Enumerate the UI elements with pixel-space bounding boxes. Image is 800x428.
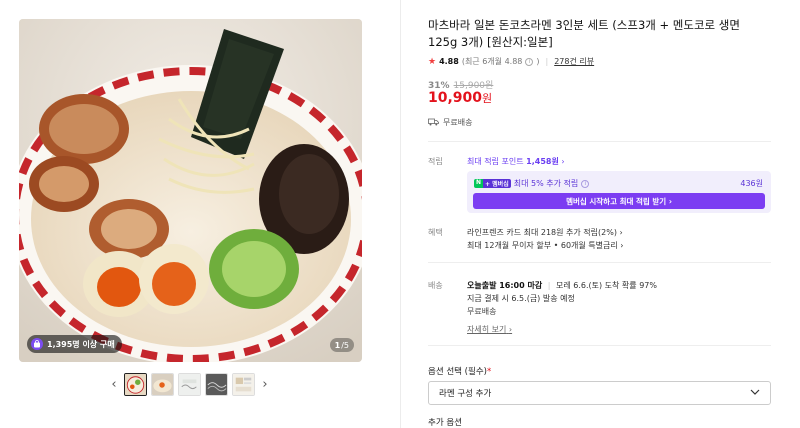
chevron-right-icon: › <box>619 228 623 237</box>
bag-icon <box>31 338 43 350</box>
dispatch-deadline: 오늘출발 16:00 마감 <box>467 281 543 290</box>
option-select-label: 옵션 선택 (필수)* <box>428 365 491 377</box>
star-icon: ★ <box>428 56 437 67</box>
info-icon[interactable]: i <box>581 179 590 188</box>
page-current: 1 <box>334 340 341 350</box>
installment-text: 최대 12개월 무이자 할부 • 60개월 특별금리 <box>467 241 618 250</box>
membership-row: N + 멤버십 최대 5% 추가 적립 i <box>474 178 590 189</box>
thumbnail-1[interactable] <box>124 372 147 396</box>
product-title: 마츠바라 일본 돈코츠라멘 3인분 세트 (스프3개 + 멘도코로 생면125g… <box>428 18 740 49</box>
main-product-image[interactable]: 1,395명 이상 구매 1 /5 <box>19 19 362 362</box>
buyer-count-text: 1,395명 이상 구매 <box>47 339 115 349</box>
max-points-text: 최대 적립 포인트 <box>467 157 524 166</box>
section-divider <box>428 345 771 346</box>
rating-recent: (최근 6개월 4.88 <box>461 57 523 66</box>
card-benefit-link[interactable]: 라인프렌즈 카드 최대 218원 추가 적립(2%) › <box>467 227 623 238</box>
delivery-fee: 무료배송 <box>467 307 497 316</box>
section-divider <box>428 141 771 142</box>
option-label-text: 옵션 선택 (필수) <box>428 367 487 377</box>
membership-start-button[interactable]: 멤버십 시작하고 최대 적립 받기 › <box>473 193 765 209</box>
max-points-link[interactable]: 최대 적립 포인트 1,458원 › <box>467 156 565 167</box>
chevron-down-icon <box>750 388 760 398</box>
benefits-label: 혜택 <box>428 228 443 237</box>
thumbnail-4[interactable] <box>205 372 228 396</box>
separator: | <box>545 57 549 66</box>
ramen-photo <box>19 19 362 362</box>
additional-options-label: 추가 옵션 <box>428 418 462 428</box>
npay-membership-label: + 멤버십 <box>483 179 511 188</box>
rating-recent-end: ) <box>536 57 540 66</box>
buyer-count-badge: 1,395명 이상 구매 <box>27 335 122 353</box>
option-dropdown[interactable]: 라멘 구성 추가 <box>428 381 771 405</box>
rating-row: ★ 4.88 (최근 6개월 4.88 i ) | 278건 리뷰 <box>428 56 594 67</box>
chevron-right-icon: › <box>620 241 624 250</box>
extra-points-amount: 436원 <box>740 179 763 188</box>
arrival-estimate: 모레 6.6.(토) 도착 확률 97% <box>556 281 657 290</box>
required-mark: * <box>486 367 492 377</box>
thumb-next-arrow-icon[interactable]: › <box>259 373 271 395</box>
delivery-detail-link[interactable]: 자세히 보기 › <box>467 324 512 335</box>
detail-link-label: 자세히 보기 <box>467 325 507 334</box>
card-benefit-text: 라인프렌즈 카드 최대 218원 추가 적립(2%) <box>467 228 617 237</box>
final-price: 10,900원 <box>428 90 492 106</box>
thumb-prev-arrow-icon[interactable]: ‹ <box>108 373 120 395</box>
rating-score: 4.88 <box>439 57 459 66</box>
chevron-right-icon: › <box>668 196 672 206</box>
image-page-indicator: 1 /5 <box>329 338 354 352</box>
shipping-row: 무료배송 <box>428 117 472 128</box>
npay-membership-badge: N + 멤버십 <box>474 179 511 188</box>
info-icon[interactable]: i <box>525 57 534 66</box>
chevron-right-icon: › <box>508 325 513 334</box>
points-label: 적립 <box>428 157 443 166</box>
installment-link[interactable]: 최대 12개월 무이자 할부 • 60개월 특별금리 › <box>467 240 624 251</box>
page-total: /5 <box>341 340 349 350</box>
chevron-right-icon: › <box>561 157 565 166</box>
delivery-eta-row: 오늘출발 16:00 마감 | 모레 6.6.(토) 도착 확률 97% <box>467 280 657 291</box>
column-divider <box>400 0 401 428</box>
npay-n-label: N <box>474 179 484 188</box>
dispatch-info: 지금 결제 시 6.5.(금) 발송 예정 <box>467 294 575 303</box>
max-points-value: 1,458원 <box>526 157 559 166</box>
thumbnail-2[interactable] <box>151 372 174 396</box>
delivery-label: 배송 <box>428 281 443 290</box>
membership-cta-label: 멤버십 시작하고 최대 적립 받기 <box>566 196 667 206</box>
review-count-link[interactable]: 278건 리뷰 <box>554 56 594 67</box>
truck-icon <box>428 118 439 128</box>
shipping-text: 무료배송 <box>443 118 473 127</box>
thumbnail-3[interactable] <box>178 372 201 396</box>
separator: | <box>547 281 551 290</box>
membership-box: N + 멤버십 최대 5% 추가 적립 i 436원 멤버십 시작하고 최대 적… <box>467 171 771 213</box>
section-divider <box>428 262 771 263</box>
currency-unit: 원 <box>482 92 493 105</box>
thumbnail-strip: ‹ › <box>108 371 271 397</box>
extra-points-text: 최대 5% 추가 적립 <box>513 179 579 188</box>
option-selected-value: 라멘 구성 추가 <box>439 389 492 399</box>
thumbnail-5[interactable] <box>232 372 255 396</box>
final-price-value: 10,900 <box>428 90 483 106</box>
